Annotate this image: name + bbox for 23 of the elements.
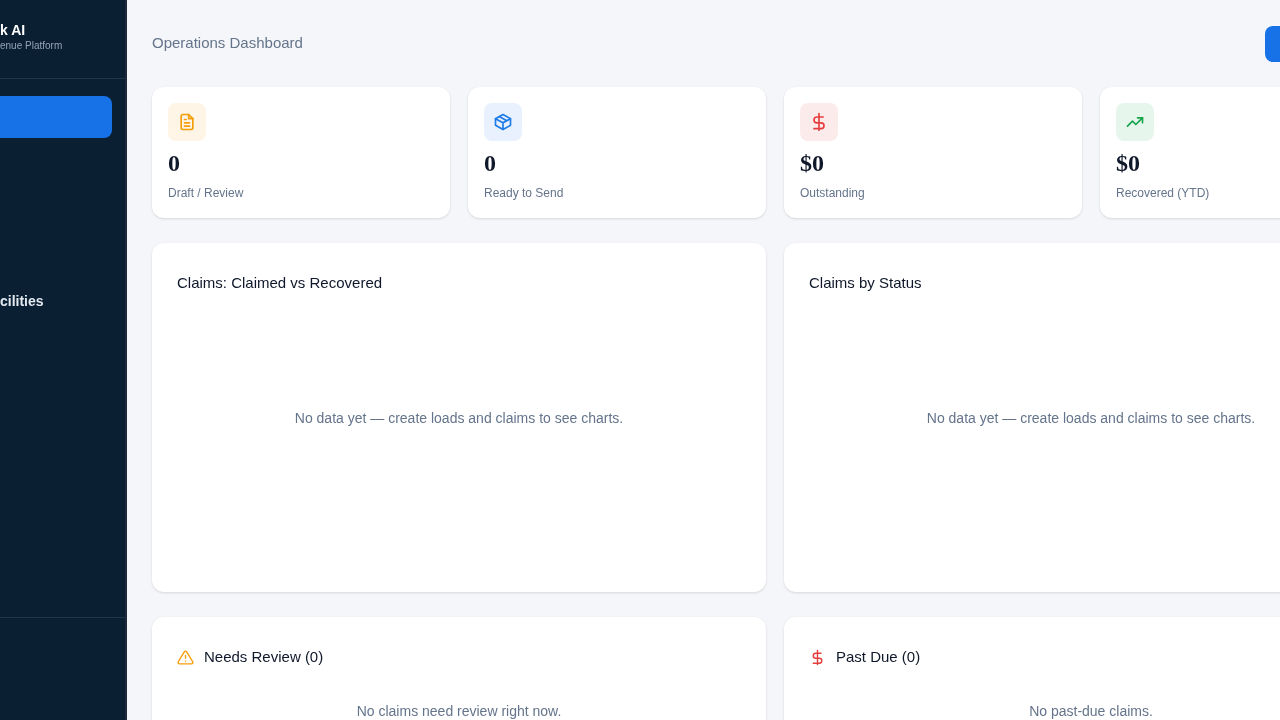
stat-value: $0 (1116, 151, 1141, 175)
brand-tagline: enue Platform (0, 39, 64, 52)
empty-message: No past-due claims. (1029, 702, 1153, 719)
empty-message: No data yet — create loads and claims to see charts. (926, 408, 1256, 428)
stat-label: Draft / Review (168, 185, 245, 202)
stat-label: Outstanding (800, 185, 866, 202)
stat-value: $0 (800, 151, 825, 175)
empty-message: No claims need review right now. (356, 702, 562, 719)
card-title: Claims by Status (809, 273, 923, 293)
document-icon (177, 112, 197, 132)
card-title: Past Due (0) (836, 647, 921, 667)
stat-label: Recovered (YTD) (1116, 185, 1211, 202)
nav-item[interactable]: cilities (0, 280, 112, 322)
cube-icon (493, 112, 513, 132)
warning-icon (177, 648, 194, 666)
stat-value: 0 (484, 151, 497, 175)
card-title: Needs Review (0) (204, 647, 324, 667)
page-title: Operations Dashboard (152, 33, 303, 54)
stat-label: Ready to Send (484, 185, 565, 202)
card-title: Claims: Claimed vs Recovered (177, 273, 384, 293)
brand-name: k AI (0, 22, 27, 40)
stat-value: 0 (168, 151, 181, 175)
empty-message: No data yet — create loads and claims to see charts. (294, 408, 624, 428)
